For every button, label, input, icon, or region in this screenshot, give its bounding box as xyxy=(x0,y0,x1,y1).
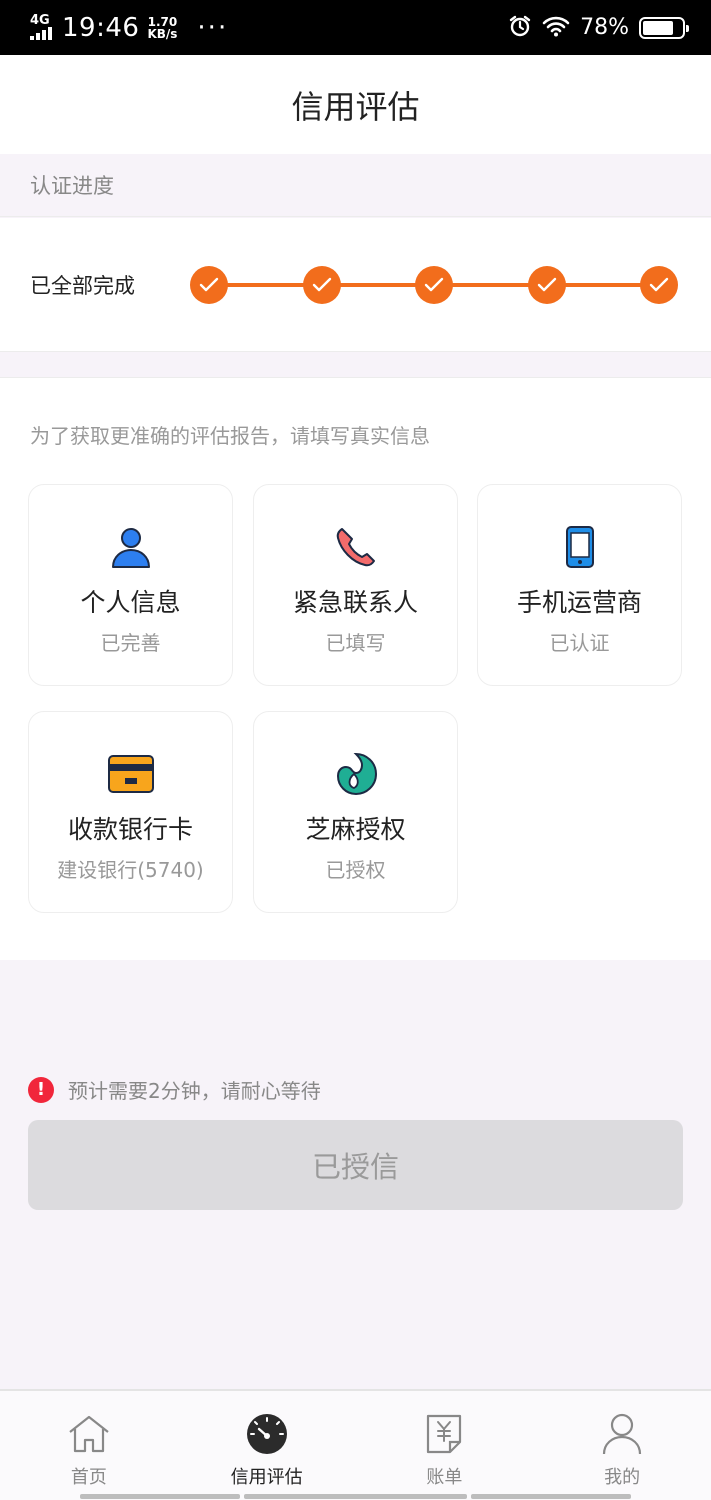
clock: 19:46 xyxy=(62,12,140,43)
warning-icon: ! xyxy=(28,1076,54,1103)
home-indicator xyxy=(0,1494,711,1500)
tab-mine[interactable]: 我的 xyxy=(533,1391,711,1500)
progress-steps xyxy=(190,266,678,304)
signal-indicator: 4G xyxy=(30,13,52,40)
tile-status: 已认证 xyxy=(549,631,610,655)
tile-status: 已完善 xyxy=(100,631,161,655)
tile-personal-info[interactable]: 个人信息 已完善 xyxy=(28,484,233,686)
wait-notice: ! 预计需要2分钟，请耐心等待 xyxy=(28,1075,321,1104)
phone-icon xyxy=(332,523,380,571)
progress-step-2 xyxy=(302,266,341,304)
mobile-icon xyxy=(556,523,604,571)
tile-title: 手机运营商 xyxy=(516,588,642,617)
progress-step-5 xyxy=(640,266,678,304)
tile-title: 紧急联系人 xyxy=(292,588,418,617)
network-speed-value: 1.70 xyxy=(147,14,178,29)
tile-title: 芝麻授权 xyxy=(305,815,406,844)
section-header-progress: 认证进度 xyxy=(0,154,711,217)
home-icon xyxy=(66,1411,112,1457)
wait-notice-text: 预计需要2分钟，请耐心等待 xyxy=(68,1079,321,1103)
bottom-tab-bar: 首页 信用评估 账单 我的 xyxy=(0,1389,711,1500)
check-icon xyxy=(199,277,219,292)
info-hint: 为了获取更准确的评估报告，请填写真实信息 xyxy=(30,424,430,448)
tile-bank-card[interactable]: 收款银行卡 建设银行(5740) xyxy=(28,711,233,913)
bank-card-icon xyxy=(107,750,155,798)
page-title: 信用评估 xyxy=(291,87,420,126)
network-speed: 1.70 KB/s xyxy=(147,16,177,40)
tab-label: 我的 xyxy=(604,1467,641,1488)
tile-status: 已填写 xyxy=(325,631,386,655)
battery-percent: 78% xyxy=(580,15,629,40)
progress-step-4 xyxy=(527,266,566,304)
more-notifications-icon: ··· xyxy=(197,12,229,43)
check-icon xyxy=(424,277,444,292)
network-speed-unit: KB/s xyxy=(147,26,178,41)
status-bar: 4G 19:46 1.70 KB/s ··· 78% xyxy=(0,0,711,55)
user-icon xyxy=(599,1411,645,1457)
tile-status: 建设银行(5740) xyxy=(57,858,204,882)
progress-status-label: 已全部完成 xyxy=(30,273,135,298)
network-type: 4G xyxy=(30,13,50,28)
tab-label: 账单 xyxy=(426,1467,463,1488)
gauge-icon xyxy=(244,1411,290,1457)
check-icon xyxy=(649,277,669,292)
tile-mobile-carrier[interactable]: 手机运营商 已认证 xyxy=(477,484,682,686)
tile-status: 已授权 xyxy=(325,858,386,882)
progress-step-1 xyxy=(190,266,228,304)
bill-icon xyxy=(421,1411,467,1457)
progress-step-3 xyxy=(415,266,453,304)
title-bar: 信用评估 xyxy=(0,55,711,154)
tile-emergency-contact[interactable]: 紧急联系人 已填写 xyxy=(253,484,458,686)
tab-home[interactable]: 首页 xyxy=(0,1391,178,1500)
signal-bars-icon xyxy=(30,27,52,40)
tab-credit-assessment[interactable]: 信用评估 xyxy=(178,1391,356,1500)
check-icon xyxy=(312,277,331,292)
tile-title: 收款银行卡 xyxy=(67,815,193,844)
check-icon xyxy=(537,277,556,292)
tab-label: 首页 xyxy=(70,1467,107,1488)
info-card: 为了获取更准确的评估报告，请填写真实信息 个人信息 已完善 紧急联系人 已填写 … xyxy=(0,377,711,960)
sesame-icon xyxy=(332,750,380,798)
alarm-icon xyxy=(508,14,532,42)
tab-bills[interactable]: 账单 xyxy=(356,1391,534,1500)
wifi-icon xyxy=(542,15,570,41)
person-icon xyxy=(107,523,155,571)
progress-card: 已全部完成 xyxy=(0,218,711,352)
credit-granted-button[interactable]: 已授信 xyxy=(28,1120,683,1210)
battery-icon xyxy=(639,16,689,39)
tile-sesame-auth[interactable]: 芝麻授权 已授权 xyxy=(253,711,458,913)
tab-label: 信用评估 xyxy=(230,1467,303,1488)
tile-title: 个人信息 xyxy=(80,588,181,617)
